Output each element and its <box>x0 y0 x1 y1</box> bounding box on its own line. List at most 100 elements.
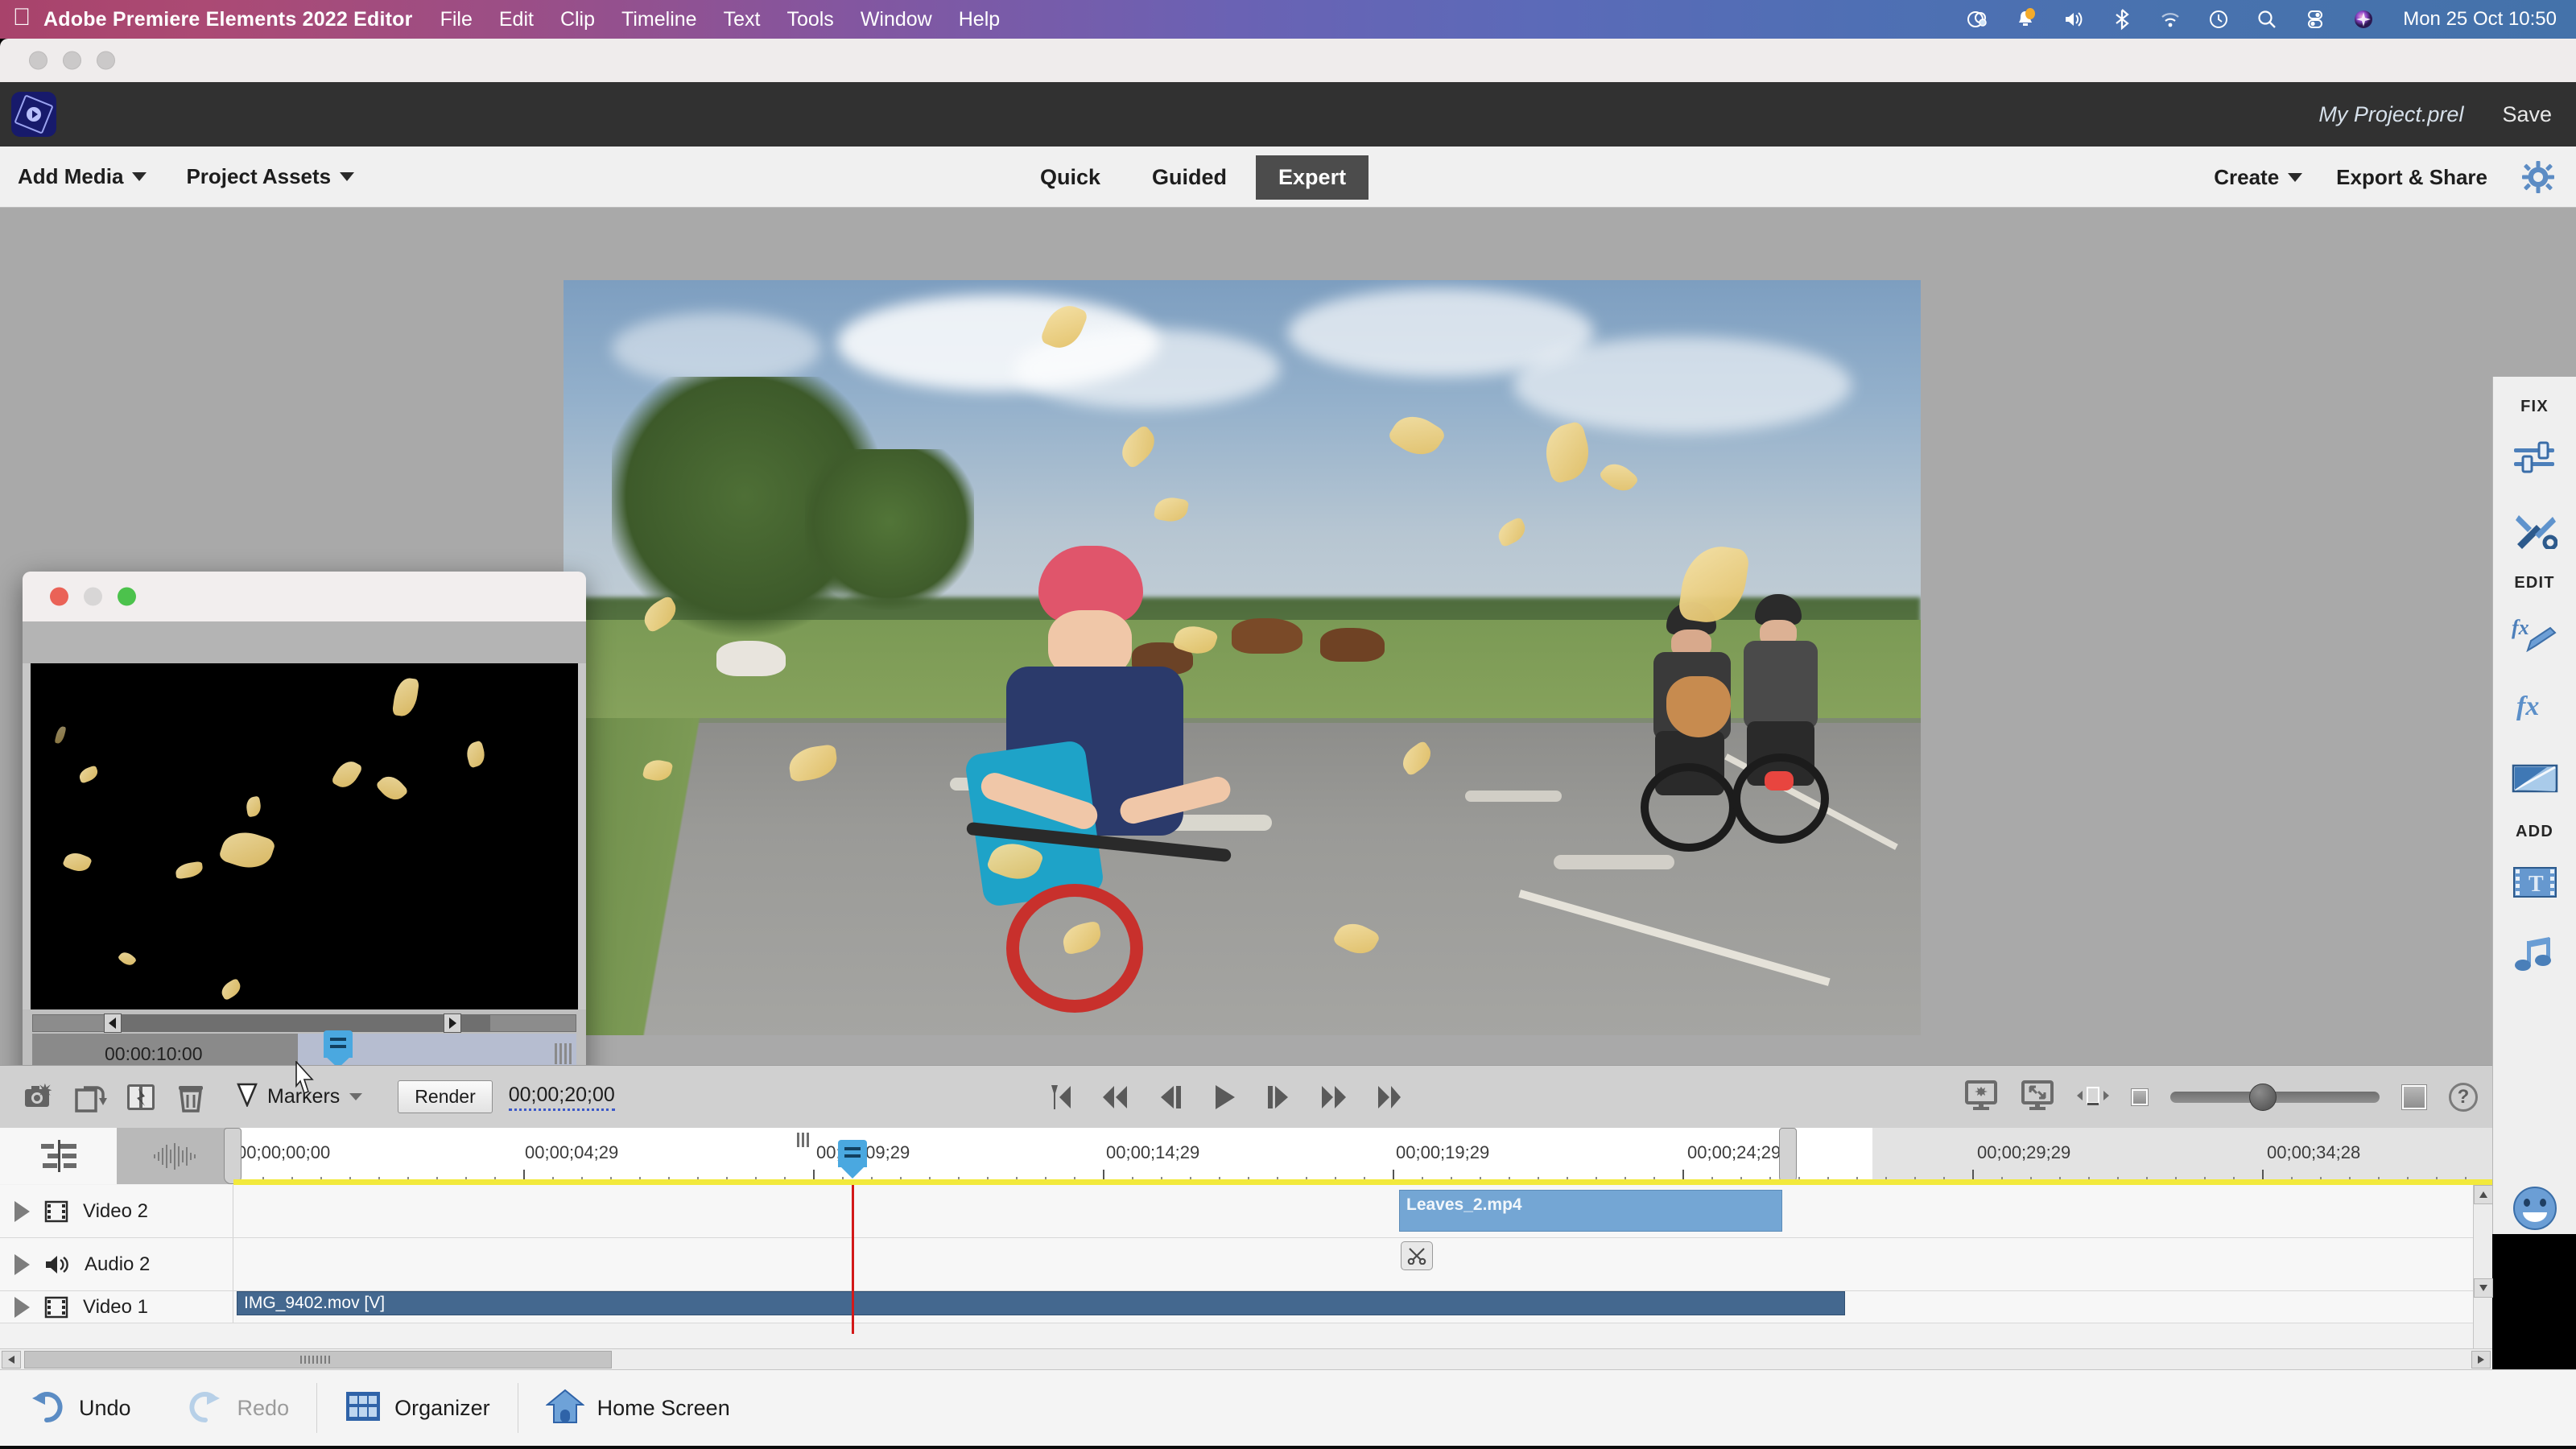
tab-timeline-view[interactable] <box>0 1128 117 1184</box>
menu-file[interactable]: File <box>440 8 473 31</box>
floating-maximize-button[interactable] <box>118 588 136 606</box>
tools-wrench-screwdriver-icon[interactable] <box>2509 504 2561 555</box>
help-icon[interactable]: ? <box>2449 1083 2478 1112</box>
fx-icon[interactable]: fx <box>2509 680 2561 732</box>
timeline-horizontal-scrollbar[interactable] <box>0 1348 2492 1369</box>
track-header-audio2[interactable]: Audio 2 <box>0 1238 233 1290</box>
fast-forward-icon[interactable] <box>1320 1084 1348 1110</box>
fx-pencil-effects-icon[interactable]: fx <box>2509 608 2561 659</box>
play-icon[interactable] <box>1212 1084 1236 1111</box>
window-maximize-button[interactable] <box>97 52 115 70</box>
bluetooth-icon[interactable] <box>2110 7 2134 31</box>
expand-triangle-icon[interactable] <box>14 1201 30 1222</box>
menu-edit[interactable]: Edit <box>499 8 534 31</box>
zoom-out-small-icon[interactable] <box>2077 1084 2109 1112</box>
render-timecode[interactable]: 00;00;20;00 <box>509 1084 615 1111</box>
snapshot-camera-icon[interactable] <box>16 1075 66 1120</box>
fit-to-screen-monitor-icon[interactable] <box>2021 1080 2054 1116</box>
clip-img9402[interactable]: IMG_9402.mov [V] <box>237 1291 1845 1315</box>
go-to-start-icon[interactable] <box>1046 1084 1072 1111</box>
music-note-icon[interactable] <box>2509 929 2561 980</box>
redo-button[interactable]: Redo <box>159 1379 317 1437</box>
track-area-video1[interactable]: IMG_9402.mov [V] <box>233 1291 2492 1323</box>
rotate-clip-icon[interactable] <box>66 1075 116 1120</box>
track-area-video2[interactable]: Leaves_2.mp4 <box>233 1185 2492 1237</box>
menu-text[interactable]: Text <box>724 8 761 31</box>
menu-clip[interactable]: Clip <box>560 8 595 31</box>
step-forward-icon[interactable] <box>1265 1084 1291 1110</box>
add-media-button[interactable]: Add Media <box>18 164 147 189</box>
home-screen-button[interactable]: Home Screen <box>518 1379 758 1437</box>
tab-quick[interactable]: Quick <box>1018 155 1123 200</box>
horizontal-scroll-thumb[interactable] <box>24 1351 612 1368</box>
scissors-icon[interactable] <box>1401 1241 1433 1270</box>
scroll-up-icon[interactable] <box>2474 1185 2493 1204</box>
tab-audio-waveform-view[interactable] <box>117 1128 233 1184</box>
rewind-icon[interactable] <box>1101 1084 1129 1110</box>
floating-video-preview[interactable] <box>31 663 578 1009</box>
scroll-right-icon[interactable] <box>2471 1351 2491 1368</box>
tab-guided[interactable]: Guided <box>1129 155 1249 200</box>
work-area-left-handle[interactable] <box>224 1128 242 1184</box>
floating-minimize-button[interactable] <box>84 588 102 606</box>
floating-preview-window[interactable]: 00:00:10:00 <box>23 572 586 1127</box>
adjustments-sliders-icon[interactable] <box>2509 431 2561 483</box>
timeline-vertical-scrollbar[interactable] <box>2473 1185 2492 1369</box>
time-machine-icon[interactable] <box>2207 7 2231 31</box>
menu-bar-clock[interactable]: Mon 25 Oct 10:50 <box>2403 8 2557 31</box>
graphics-smiley-icon[interactable] <box>2509 1183 2561 1234</box>
timeline-ruler[interactable]: 00;00;00;00 00;00;04;29 00;00;09;29 00;0… <box>233 1128 2492 1184</box>
creative-cloud-icon[interactable] <box>1965 7 1989 31</box>
floating-scroll-left-icon[interactable] <box>104 1013 122 1033</box>
go-to-end-icon[interactable] <box>1377 1084 1402 1111</box>
spotlight-search-icon[interactable] <box>2255 7 2279 31</box>
menu-tools[interactable]: Tools <box>786 8 833 31</box>
timeline-playhead-marker[interactable] <box>838 1140 867 1167</box>
apple-icon[interactable]:  <box>0 6 43 33</box>
track-header-video2[interactable]: Video 2 <box>0 1185 233 1237</box>
track-area-audio2[interactable] <box>233 1238 2492 1290</box>
create-button[interactable]: Create <box>2214 165 2302 190</box>
floating-scroll-right-icon[interactable] <box>444 1013 461 1033</box>
siri-icon[interactable] <box>2351 7 2376 31</box>
control-center-icon[interactable] <box>2303 7 2327 31</box>
project-assets-button[interactable]: Project Assets <box>186 164 354 189</box>
zoom-level-large-box-icon[interactable] <box>2402 1085 2426 1109</box>
notification-bell-icon[interactable] <box>2013 7 2037 31</box>
wifi-icon[interactable] <box>2158 7 2182 31</box>
organizer-button[interactable]: Organizer <box>317 1379 518 1437</box>
scroll-down-icon[interactable] <box>2474 1278 2493 1298</box>
tab-expert[interactable]: Expert <box>1256 155 1368 200</box>
window-minimize-button[interactable] <box>63 52 81 70</box>
render-settings-monitor-icon[interactable] <box>1964 1080 1998 1116</box>
menu-timeline[interactable]: Timeline <box>621 8 697 31</box>
timeline-playhead[interactable] <box>852 1185 854 1334</box>
floating-scrollbar[interactable] <box>32 1014 576 1032</box>
delete-trash-icon[interactable] <box>166 1075 216 1120</box>
zoom-level-small-box-icon[interactable] <box>2132 1089 2148 1105</box>
undo-button[interactable]: Undo <box>0 1379 159 1437</box>
menu-help[interactable]: Help <box>959 8 1000 31</box>
step-back-icon[interactable] <box>1158 1084 1183 1110</box>
floating-close-button[interactable] <box>50 588 68 606</box>
expand-triangle-icon[interactable] <box>14 1297 30 1318</box>
titles-text-icon[interactable]: T <box>2509 857 2561 908</box>
program-monitor-preview[interactable] <box>564 280 1921 1035</box>
zoom-slider[interactable] <box>2170 1092 2380 1103</box>
menu-window[interactable]: Window <box>861 8 932 31</box>
gear-icon[interactable] <box>2521 160 2555 194</box>
export-share-button[interactable]: Export & Share <box>2336 165 2487 190</box>
render-button[interactable]: Render <box>398 1080 492 1113</box>
volume-icon[interactable] <box>2062 7 2086 31</box>
work-area-right-handle[interactable] <box>1779 1128 1797 1184</box>
expand-triangle-icon[interactable] <box>14 1254 30 1275</box>
transitions-icon[interactable] <box>2509 753 2561 804</box>
window-close-button[interactable] <box>29 52 47 70</box>
work-area-bar[interactable] <box>233 1179 2492 1185</box>
floating-playhead-marker[interactable] <box>324 1030 353 1058</box>
scroll-left-icon[interactable] <box>2 1351 21 1368</box>
split-clip-icon[interactable] <box>116 1075 166 1120</box>
zoom-slider-knob[interactable] <box>2249 1084 2277 1111</box>
track-header-video1[interactable]: Video 1 <box>0 1291 233 1323</box>
save-button[interactable]: Save <box>2502 102 2552 127</box>
